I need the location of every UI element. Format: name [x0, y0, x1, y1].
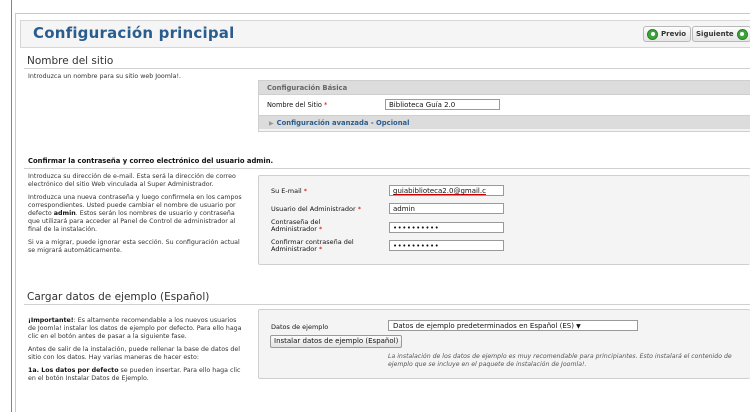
- site-name-input[interactable]: Biblioteca Guía 2.0: [385, 99, 500, 110]
- password-label: Contraseña del Administrador *: [271, 218, 323, 233]
- admin-desc-email: Introduzca su dirección de e-mail. Esta …: [28, 173, 236, 188]
- previous-label: Previo: [661, 30, 687, 38]
- admin-user-label: Usuario del Administrador *: [271, 205, 361, 213]
- advanced-config-label: Configuración avanzada - Opcional: [276, 119, 410, 127]
- admin-description: Introduzca su dirección de e-mail. Esta …: [28, 173, 246, 260]
- password-input[interactable]: ••••••••••: [389, 222, 504, 233]
- divider: [24, 68, 750, 69]
- confirm-password-input[interactable]: ••••••••••: [389, 240, 504, 251]
- next-label: Siguiente: [696, 30, 734, 38]
- install-sample-button[interactable]: Instalar datos de ejemplo (Español): [270, 335, 403, 348]
- sample-data-heading: Cargar datos de ejemplo (Español): [27, 291, 210, 303]
- scroll-edge: [11, 0, 12, 412]
- divider: [24, 304, 750, 305]
- sample-data-note: La instalación de los datos de ejemplo e…: [388, 353, 732, 368]
- admin-confirm-heading: Confirmar la contraseña y correo electró…: [28, 157, 274, 165]
- sample-description: ¡Importante!: Es altamente recomendable …: [28, 317, 246, 388]
- next-arrow-icon: [736, 28, 748, 40]
- email-label: Su E-mail *: [271, 187, 308, 195]
- sample-desc-default: 1a. Los datos por defecto se pueden inse…: [28, 367, 241, 382]
- dropdown-arrow-icon: ▼: [576, 323, 581, 330]
- email-input[interactable]: guiabiblioteca2.0@gmail.c: [389, 185, 504, 196]
- admin-desc-migrate: Si va a migrar, puede ignorar esta secci…: [28, 239, 240, 254]
- sample-data-select[interactable]: Datos de ejemplo predeterminados en Espa…: [388, 320, 638, 331]
- next-button[interactable]: Siguiente: [692, 26, 750, 42]
- sample-data-label: Datos de ejemplo: [271, 323, 329, 331]
- sample-desc-methods: Antes de salir de la instalación, puede …: [28, 346, 240, 361]
- advanced-config-toggle[interactable]: ▶ Configuración avanzada - Opcional: [259, 115, 750, 129]
- expand-triangle-icon: ▶: [269, 120, 274, 127]
- previous-arrow-icon: [647, 28, 658, 40]
- sample-desc-important: ¡Importante!: Es altamente recomendable …: [28, 317, 242, 340]
- admin-user-input[interactable]: admin: [389, 203, 504, 214]
- previous-button[interactable]: Previo: [643, 26, 692, 42]
- site-name-label: Nombre del Sitio *: [267, 101, 328, 109]
- basic-config-title: Configuración Básica: [259, 81, 750, 95]
- page-header: Configuración principal Previo Siguiente: [20, 20, 750, 48]
- site-name-intro: Introduzca un nombre para su sitio web J…: [28, 73, 182, 80]
- site-name-heading: Nombre del sitio: [27, 55, 114, 67]
- basic-config-box: Configuración Básica Nombre del Sitio * …: [258, 80, 750, 132]
- page-title: Configuración principal: [33, 24, 235, 42]
- admin-desc-password: Introduzca una nueva contraseña y luego …: [28, 194, 242, 233]
- divider: [24, 168, 750, 169]
- site-name-row: Nombre del Sitio *: [259, 95, 750, 115]
- confirm-password-label: Confirmar contraseña del Administrador *: [271, 238, 354, 253]
